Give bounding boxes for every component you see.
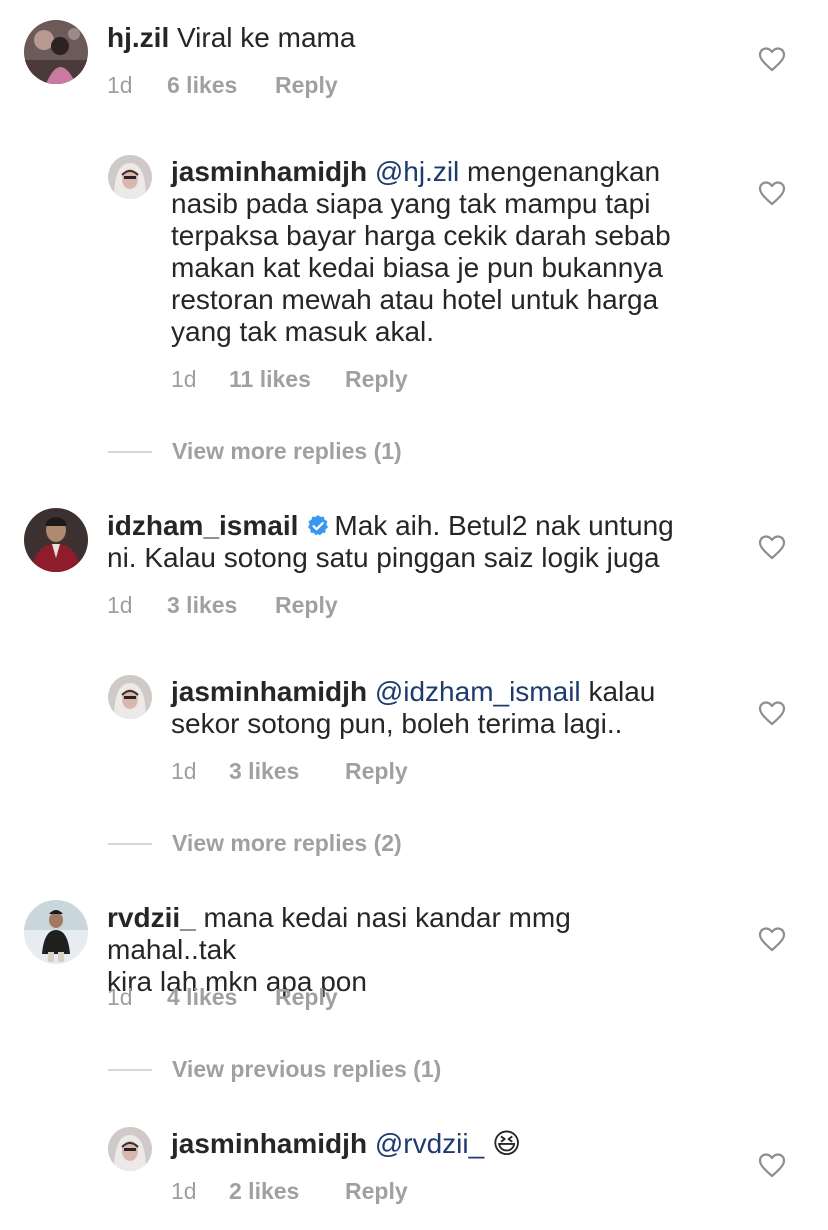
comment-likes[interactable]: 6 likes [167, 72, 275, 99]
mention-link[interactable]: @hj.zil [375, 156, 459, 187]
view-more-replies-label: View more replies (1) [172, 438, 402, 464]
comment-time: 1d [107, 592, 133, 618]
avatar[interactable] [24, 20, 88, 84]
reply-button[interactable]: Reply [345, 1178, 408, 1205]
reply-username[interactable]: jasminhamidjh [171, 676, 367, 707]
divider-line [108, 450, 152, 453]
laughing-emoji: 😆 [491, 1128, 522, 1159]
reply-button[interactable]: Reply [275, 72, 338, 99]
comment-text: idzham_ismail Mak aih. Betul2 nak untung … [107, 510, 707, 574]
heart-icon[interactable] [758, 926, 786, 952]
comment-username[interactable]: rvdzii_ [107, 902, 196, 933]
view-more-replies[interactable]: View more replies (1) [108, 438, 402, 465]
reply-time: 1d [171, 758, 197, 784]
comment-time: 1d [107, 984, 133, 1010]
view-previous-replies-label: View previous replies (1) [172, 1056, 442, 1082]
heart-icon[interactable] [758, 700, 786, 726]
comment-time: 1d [107, 72, 133, 98]
avatar[interactable] [24, 508, 88, 572]
reply-username[interactable]: jasminhamidjh [171, 1128, 367, 1159]
comment-body: Viral ke mama [177, 22, 356, 53]
comment-text: hj.zil Viral ke mama [107, 22, 707, 54]
comment-meta: 1d 6 likes Reply [107, 72, 338, 99]
comment-meta: 1d 3 likes Reply [107, 592, 338, 619]
avatar[interactable] [108, 675, 152, 719]
reply-likes[interactable]: 11 likes [229, 366, 345, 393]
verified-badge-icon [308, 515, 329, 536]
reply-button[interactable]: Reply [275, 984, 338, 1011]
reply-meta: 1d 3 likes Reply [171, 758, 408, 785]
comment-username[interactable]: idzham_ismail [107, 510, 298, 541]
divider-line [108, 842, 152, 845]
avatar[interactable] [108, 1127, 152, 1171]
comment-likes[interactable]: 4 likes [167, 984, 275, 1011]
reply-username[interactable]: jasminhamidjh [171, 156, 367, 187]
heart-icon[interactable] [758, 1152, 786, 1178]
view-previous-replies[interactable]: View previous replies (1) [108, 1056, 441, 1083]
avatar[interactable] [24, 900, 88, 964]
heart-icon[interactable] [758, 534, 786, 560]
reply-button[interactable]: Reply [345, 366, 408, 393]
reply-meta: 1d 11 likes Reply [171, 366, 408, 393]
reply-time: 1d [171, 1178, 197, 1204]
reply-button[interactable]: Reply [275, 592, 338, 619]
mention-link[interactable]: @rvdzii_ [375, 1128, 484, 1159]
comment-likes[interactable]: 3 likes [167, 592, 275, 619]
reply-likes[interactable]: 3 likes [229, 758, 345, 785]
reply-text: jasminhamidjh @hj.zil mengenangkan nasib… [171, 156, 731, 348]
comment-meta: 1d 4 likes Reply [107, 984, 338, 1011]
reply-meta: 1d 2 likes Reply [171, 1178, 408, 1205]
reply-likes[interactable]: 2 likes [229, 1178, 345, 1205]
avatar[interactable] [108, 155, 152, 199]
mention-link[interactable]: @idzham_ismail [375, 676, 581, 707]
reply-text: jasminhamidjh @idzham_ismail kalau sekor… [171, 676, 731, 740]
heart-icon[interactable] [758, 180, 786, 206]
reply-button[interactable]: Reply [345, 758, 408, 785]
comment-username[interactable]: hj.zil [107, 22, 169, 53]
reply-text: jasminhamidjh @rvdzii_ 😆 [171, 1128, 731, 1160]
view-more-replies[interactable]: View more replies (2) [108, 830, 402, 857]
reply-time: 1d [171, 366, 197, 392]
heart-icon[interactable] [758, 46, 786, 72]
view-more-replies-label: View more replies (2) [172, 830, 402, 856]
divider-line [108, 1068, 152, 1071]
